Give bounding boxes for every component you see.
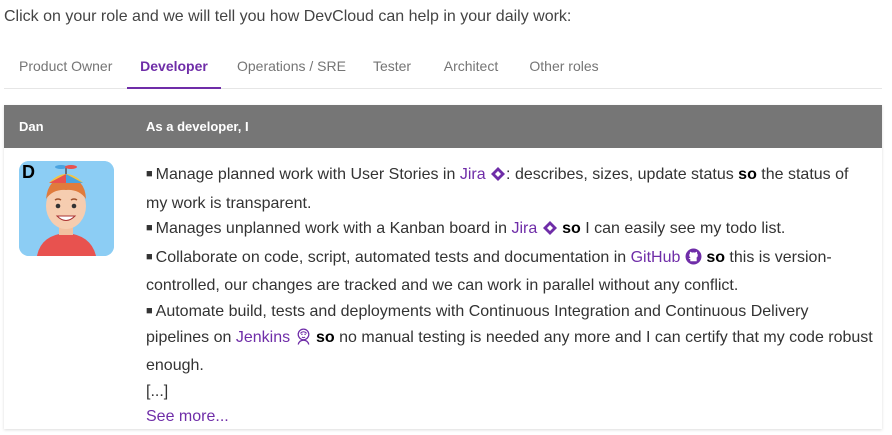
tab-product-owner[interactable]: Product Owner [19, 44, 112, 88]
role-tabs: Product Owner Developer Operations / SRE… [4, 44, 882, 89]
github-icon [685, 248, 702, 274]
jira-link[interactable]: Jira [511, 220, 537, 237]
role-card: Dan As a developer, I D ■ Manage planned … [4, 105, 882, 429]
tab-operations-sre[interactable]: Operations / SRE [237, 44, 346, 88]
list-item: ■ Automate build, tests and deployments w… [146, 302, 873, 375]
tab-tester[interactable]: Tester [367, 44, 417, 88]
card-header-title: As a developer, I [146, 119, 249, 134]
role-description: ■ Manage planned work with User Stories i… [146, 162, 874, 430]
bullet-icon: ■ [146, 304, 153, 317]
github-link[interactable]: GitHub [631, 249, 681, 266]
card-header: Dan As a developer, I [4, 105, 882, 148]
bullet-icon: ■ [146, 168, 153, 180]
jira-link[interactable]: Jira [460, 166, 486, 183]
persona-name: Dan [19, 119, 44, 134]
ellipsis-text: [...] [146, 382, 169, 400]
jira-icon [542, 219, 558, 245]
list-item: ■ Manage planned work with User Stories i… [146, 165, 849, 212]
list-item: ■ Manages unplanned work with a Kanban bo… [146, 216, 874, 245]
avatar-letter: D [22, 162, 35, 182]
jenkins-link[interactable]: Jenkins [236, 329, 290, 346]
intro-text: Click on your role and we will tell you … [4, 8, 572, 25]
jira-icon [490, 165, 506, 191]
see-more-link[interactable]: See more... [146, 408, 229, 425]
tab-architect[interactable]: Architect [441, 44, 501, 88]
jenkins-icon [295, 327, 312, 354]
avatar: D [19, 161, 114, 256]
tab-other-roles[interactable]: Other roles [529, 44, 599, 88]
bullet-icon: ■ [146, 222, 153, 235]
tab-developer[interactable]: Developer [127, 44, 221, 89]
list-item: ■ Collaborate on code, script, automated … [146, 248, 832, 295]
bullet-icon: ■ [146, 250, 153, 263]
